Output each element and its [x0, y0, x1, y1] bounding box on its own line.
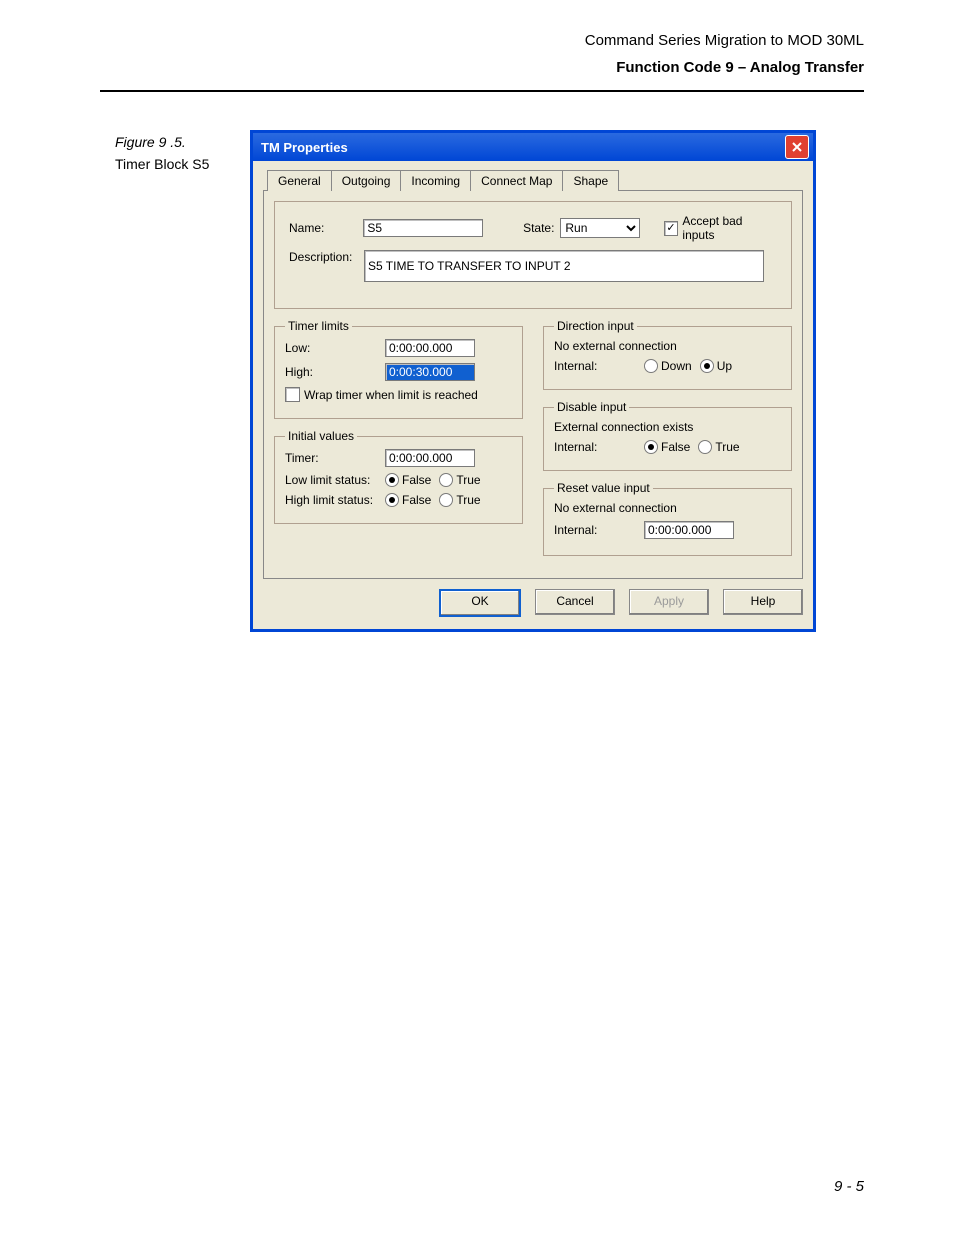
page-number: 9 - 5 — [834, 1178, 864, 1195]
close-button[interactable] — [785, 135, 809, 159]
reset-value-field[interactable] — [644, 521, 734, 539]
titlebar: TM Properties — [253, 133, 813, 161]
initial-values-group: Initial values Timer: Low limit status: … — [274, 429, 523, 524]
tab-panel-general: Name: State: Run ✓ Accept bad inputs D — [263, 190, 803, 579]
timer-label: Timer: — [285, 451, 385, 465]
direction-note: No external connection — [554, 339, 781, 353]
timer-field[interactable] — [385, 449, 475, 467]
low-limit-status-label: Low limit status: — [285, 473, 385, 487]
disable-internal-label: Internal: — [554, 440, 644, 454]
reset-internal-label: Internal: — [554, 523, 644, 537]
low-label: Low: — [285, 341, 385, 355]
high-status-false-radio[interactable]: False — [385, 493, 431, 507]
figure-caption: Timer Block S5 — [115, 156, 209, 172]
low-status-false-radio[interactable]: False — [385, 473, 431, 487]
direction-internal-label: Internal: — [554, 359, 644, 373]
cancel-button[interactable]: Cancel — [535, 589, 615, 615]
description-label: Description: — [289, 250, 364, 264]
tab-connect-map[interactable]: Connect Map — [470, 170, 563, 191]
low-status-true-radio[interactable]: True — [439, 473, 480, 487]
disable-input-legend: Disable input — [554, 400, 629, 414]
disable-input-group: Disable input External connection exists… — [543, 400, 792, 471]
tm-properties-dialog: TM Properties General Outgoing Incoming … — [250, 130, 816, 632]
name-label: Name: — [289, 221, 363, 235]
checkbox-icon: ✓ — [664, 221, 679, 236]
description-field[interactable] — [364, 250, 764, 282]
reset-value-input-group: Reset value input No external connection… — [543, 481, 792, 556]
checkbox-icon — [285, 387, 300, 402]
direction-input-group: Direction input No external connection I… — [543, 319, 792, 390]
dialog-title: TM Properties — [261, 140, 785, 155]
help-button[interactable]: Help — [723, 589, 803, 615]
direction-down-radio[interactable]: Down — [644, 359, 692, 373]
header-rule — [100, 90, 864, 92]
low-field[interactable] — [385, 339, 475, 357]
high-limit-status-label: High limit status: — [285, 493, 385, 507]
apply-button[interactable]: Apply — [629, 589, 709, 615]
high-field[interactable] — [385, 363, 475, 381]
doc-title: Command Series Migration to MOD 30ML — [585, 32, 864, 49]
tab-shape[interactable]: Shape — [562, 170, 619, 191]
wrap-timer-checkbox[interactable]: Wrap timer when limit is reached — [285, 387, 478, 402]
general-top-group: Name: State: Run ✓ Accept bad inputs D — [274, 201, 792, 309]
tab-outgoing[interactable]: Outgoing — [331, 170, 402, 191]
reset-value-legend: Reset value input — [554, 481, 653, 495]
high-status-true-radio[interactable]: True — [439, 493, 480, 507]
wrap-timer-label: Wrap timer when limit is reached — [304, 388, 478, 402]
timer-limits-group: Timer limits Low: High: Wrap timer when … — [274, 319, 523, 419]
high-label: High: — [285, 365, 385, 379]
disable-false-radio[interactable]: False — [644, 440, 690, 454]
section-title: Function Code 9 – Analog Transfer — [585, 59, 864, 76]
figure-number: Figure 9 .5. — [115, 134, 209, 150]
initial-values-legend: Initial values — [285, 429, 357, 443]
direction-up-radio[interactable]: Up — [700, 359, 732, 373]
accept-bad-inputs-checkbox[interactable]: ✓ Accept bad inputs — [664, 214, 777, 242]
timer-limits-legend: Timer limits — [285, 319, 352, 333]
close-icon — [791, 141, 803, 153]
tab-incoming[interactable]: Incoming — [400, 170, 471, 191]
reset-note: No external connection — [554, 501, 781, 515]
disable-note: External connection exists — [554, 420, 781, 434]
tab-strip: General Outgoing Incoming Connect Map Sh… — [253, 161, 813, 190]
ok-button[interactable]: OK — [439, 589, 521, 617]
disable-true-radio[interactable]: True — [698, 440, 739, 454]
direction-input-legend: Direction input — [554, 319, 637, 333]
accept-bad-inputs-label: Accept bad inputs — [682, 214, 777, 242]
tab-general[interactable]: General — [267, 170, 332, 191]
state-select[interactable]: Run — [560, 218, 639, 238]
dialog-button-row: OK Cancel Apply Help — [253, 587, 813, 629]
state-label: State: — [523, 221, 554, 235]
name-field[interactable] — [363, 219, 483, 237]
